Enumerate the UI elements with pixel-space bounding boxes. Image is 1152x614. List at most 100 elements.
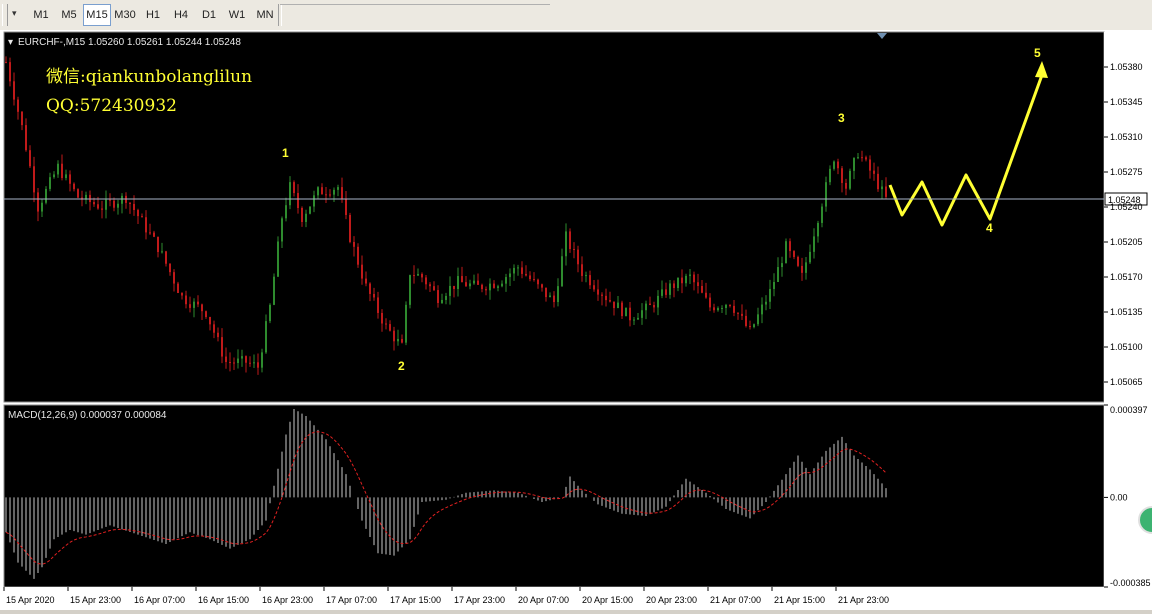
wave-label-1: 1 [282,146,289,160]
candle-body [449,285,451,296]
candle-body [797,256,799,266]
symbol-menu-icon[interactable]: ▾ [8,37,13,48]
timeframe-m5-button[interactable]: M5 [55,4,83,26]
candle-body [553,295,555,303]
candle-body [381,312,383,324]
candle-body [417,273,419,276]
macd-tick-label: -0.000385 [1110,578,1151,588]
candle-body [801,265,803,273]
candle-body [873,170,875,174]
timeframe-mn-button[interactable]: MN [251,4,279,26]
candle-body [117,203,119,208]
chart-canvas[interactable]: 12345 1.052481.053801.053451.053101.0527… [0,30,1152,610]
candle-body [597,289,599,295]
candle-body [369,283,371,294]
candle-body [789,241,791,252]
candle-body [109,199,111,201]
candle-body [141,216,143,218]
candle-body [205,311,207,318]
candle-body [505,277,507,284]
timeframe-m30-button[interactable]: M30 [111,4,139,26]
candle-body [485,289,487,291]
candle-body [269,304,271,322]
candle-body [557,286,559,303]
candle-body [133,203,135,211]
candle-body [837,161,839,169]
time-tick-label: 21 Apr 07:00 [710,595,761,605]
chart-window[interactable]: 12345 1.05248 1.05380 1.05345 1.05310 1.0527… [0,30,1152,610]
candle-body [493,283,495,288]
candle-body [841,168,843,183]
candle-body [857,157,859,159]
price-tick-label: 1.05170 [1110,272,1143,282]
candle-body [829,168,831,183]
candle-body [749,325,751,328]
candle-body [393,330,395,342]
candle-body [185,295,187,305]
candle-body [561,256,563,287]
timeframe-buttons: M1 M5 M15 M30 H1 H4 D1 W1 MN [27,4,279,26]
candle-body [813,236,815,252]
candle-body [441,299,443,303]
toolbar-grip[interactable] [2,4,8,26]
candle-body [113,200,115,208]
timeframe-d1-button[interactable]: D1 [195,4,223,26]
candle-body [57,163,59,175]
candle-body [473,280,475,284]
timeframe-m15-button[interactable]: M15 [83,4,111,26]
candle-body [145,217,147,233]
candle-body [121,195,123,204]
time-tick-label: 20 Apr 07:00 [518,595,569,605]
candle-body [537,279,539,285]
candle-body [229,362,231,364]
candle-body [161,251,163,253]
candle-body [673,283,675,289]
candle-body [521,267,523,274]
candle-body [61,163,63,179]
candle-body [517,267,519,269]
candle-body [149,232,151,234]
candle-body [881,186,883,190]
candle-body [129,202,131,204]
candle-body [49,177,51,189]
candle-body [77,189,79,198]
candle-body [93,202,95,205]
candle-body [629,307,631,321]
timeframe-m1-button[interactable]: M1 [27,4,55,26]
candle-body [633,319,635,321]
candle-body [849,170,851,189]
candle-body [213,324,215,333]
candle-body [761,304,763,315]
candle-body [753,324,755,328]
timeframe-h1-button[interactable]: H1 [139,4,167,26]
candle-body [285,205,287,219]
timeframe-w1-button[interactable]: W1 [223,4,251,26]
candle-body [405,304,407,343]
candle-body [625,307,627,317]
candle-body [489,283,491,291]
candle-body [785,241,787,264]
timeframe-h4-button[interactable]: H4 [167,4,195,26]
candle-body [281,218,283,242]
candle-body [45,188,47,203]
candle-body [513,267,515,274]
timeframe-toolbar: ▾ M1 M5 M15 M30 H1 H4 D1 W1 MN [0,0,1152,31]
candle-body [477,280,479,285]
time-tick-label: 16 Apr 07:00 [134,595,185,605]
wechat-watermark: 微信:qiankunbolanglilun [46,67,253,87]
candle-body [177,283,179,294]
time-tick-label: 17 Apr 07:00 [326,595,377,605]
candle-body [341,187,343,200]
chevron-down-icon[interactable]: ▾ [12,6,22,22]
candle-body [429,284,431,287]
candle-body [457,276,459,289]
candle-body [461,276,463,283]
candle-body [221,337,223,357]
candle-body [885,186,887,197]
toolbar-separator [278,4,282,26]
candle-body [653,305,655,308]
candle-body [669,283,671,295]
candle-body [781,263,783,268]
candle-body [525,273,527,276]
time-tick-label: 21 Apr 23:00 [838,595,889,605]
